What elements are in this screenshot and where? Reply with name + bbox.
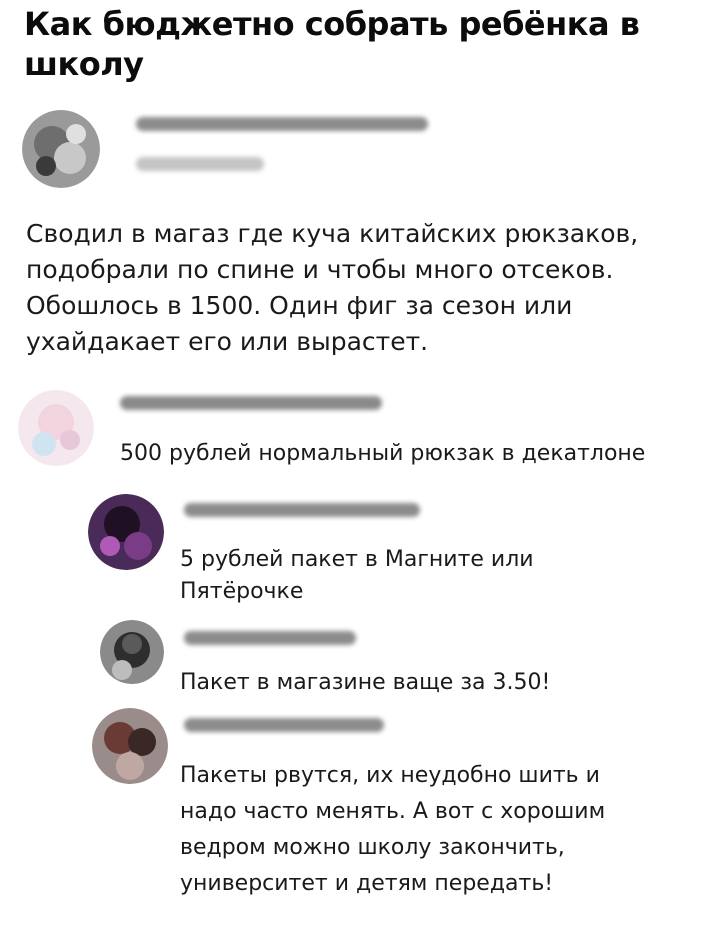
page-title: Как бюджетно собрать ребёнка в школу	[24, 5, 640, 83]
author-avatar[interactable]	[22, 110, 100, 188]
reply-avatar[interactable]	[88, 494, 164, 570]
reply-author-name-blurred[interactable]	[184, 631, 356, 645]
comment-text: 500 рублей нормальный рюкзак в декатлоне	[120, 441, 646, 466]
comment-author-name-blurred[interactable]	[120, 396, 382, 410]
reply-text: Пакет в магазине ваще за 3.50!	[180, 670, 551, 695]
reply-author-name-blurred[interactable]	[184, 503, 420, 517]
reply-text: Пакеты рвутся, их неудобно шить и надо ч…	[180, 763, 606, 896]
reply-avatar[interactable]	[92, 708, 168, 784]
comment-avatar[interactable]	[18, 390, 94, 466]
reply-text: 5 рублей пакет в Магните или Пятёрочке	[180, 547, 534, 604]
post-date-blurred	[136, 157, 264, 171]
reply-author-name-blurred[interactable]	[184, 718, 384, 732]
reply-avatar[interactable]	[100, 620, 164, 684]
post-text: Сводил в магаз где куча китайских рюкзак…	[26, 219, 639, 356]
author-name-blurred[interactable]	[136, 117, 428, 131]
